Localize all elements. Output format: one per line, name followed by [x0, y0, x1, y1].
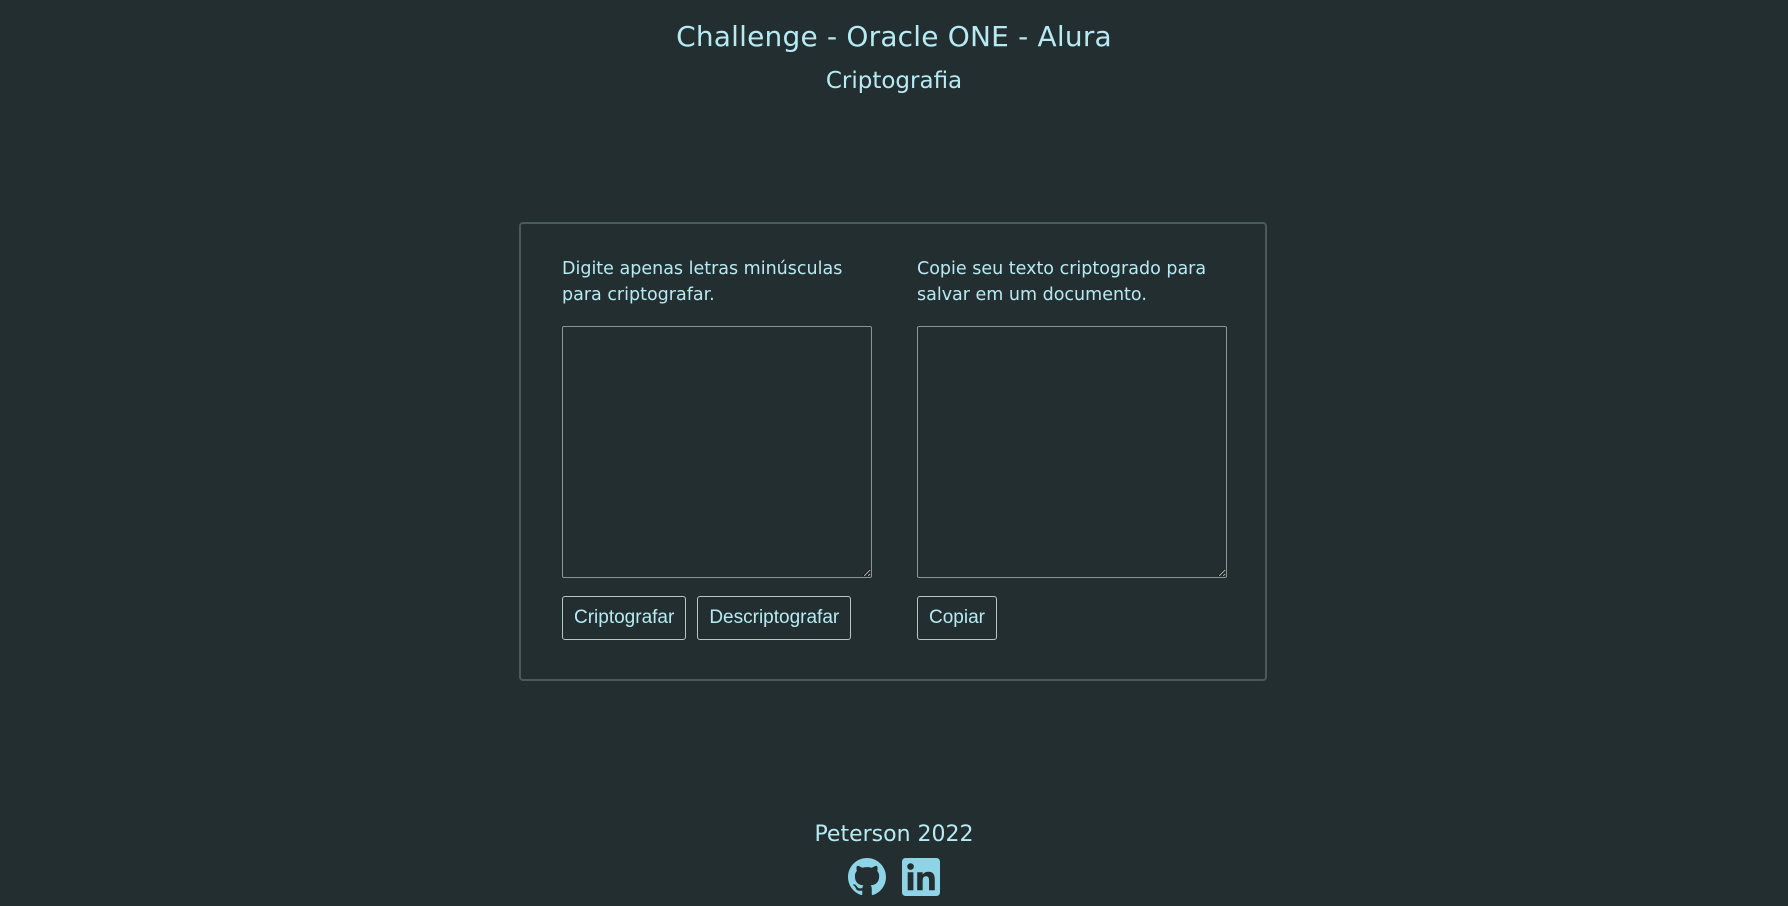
output-panel: Copie seu texto criptogrado para salvar … — [917, 256, 1229, 640]
linkedin-icon — [902, 858, 940, 896]
page-title: Challenge - Oracle ONE - Alura — [676, 20, 1112, 53]
crypto-card: Digite apenas letras minúsculas para cri… — [519, 222, 1267, 681]
output-instruction: Copie seu texto criptogrado para salvar … — [917, 259, 1207, 305]
copy-button[interactable]: Copiar — [917, 596, 997, 640]
social-icons — [0, 858, 1788, 896]
output-textarea[interactable] — [917, 326, 1227, 578]
github-link[interactable] — [848, 858, 886, 896]
encrypt-instruction: Digite apenas letras minúsculas para cri… — [562, 259, 843, 305]
page-footer: Peterson 2022 — [0, 822, 1788, 847]
encrypt-panel: Digite apenas letras minúsculas para cri… — [562, 256, 874, 640]
github-icon — [848, 858, 886, 896]
linkedin-link[interactable] — [902, 858, 940, 896]
page-subtitle: Criptografia — [825, 68, 963, 94]
encrypt-button[interactable]: Criptografar — [562, 596, 687, 640]
footer-credit: Peterson 2022 — [814, 822, 974, 847]
input-textarea[interactable] — [562, 326, 872, 578]
copy-button-row: Copiar — [917, 596, 997, 640]
decrypt-button[interactable]: Descriptografar — [697, 596, 852, 640]
encrypt-button-row: Criptografar Descriptografar — [562, 596, 852, 640]
